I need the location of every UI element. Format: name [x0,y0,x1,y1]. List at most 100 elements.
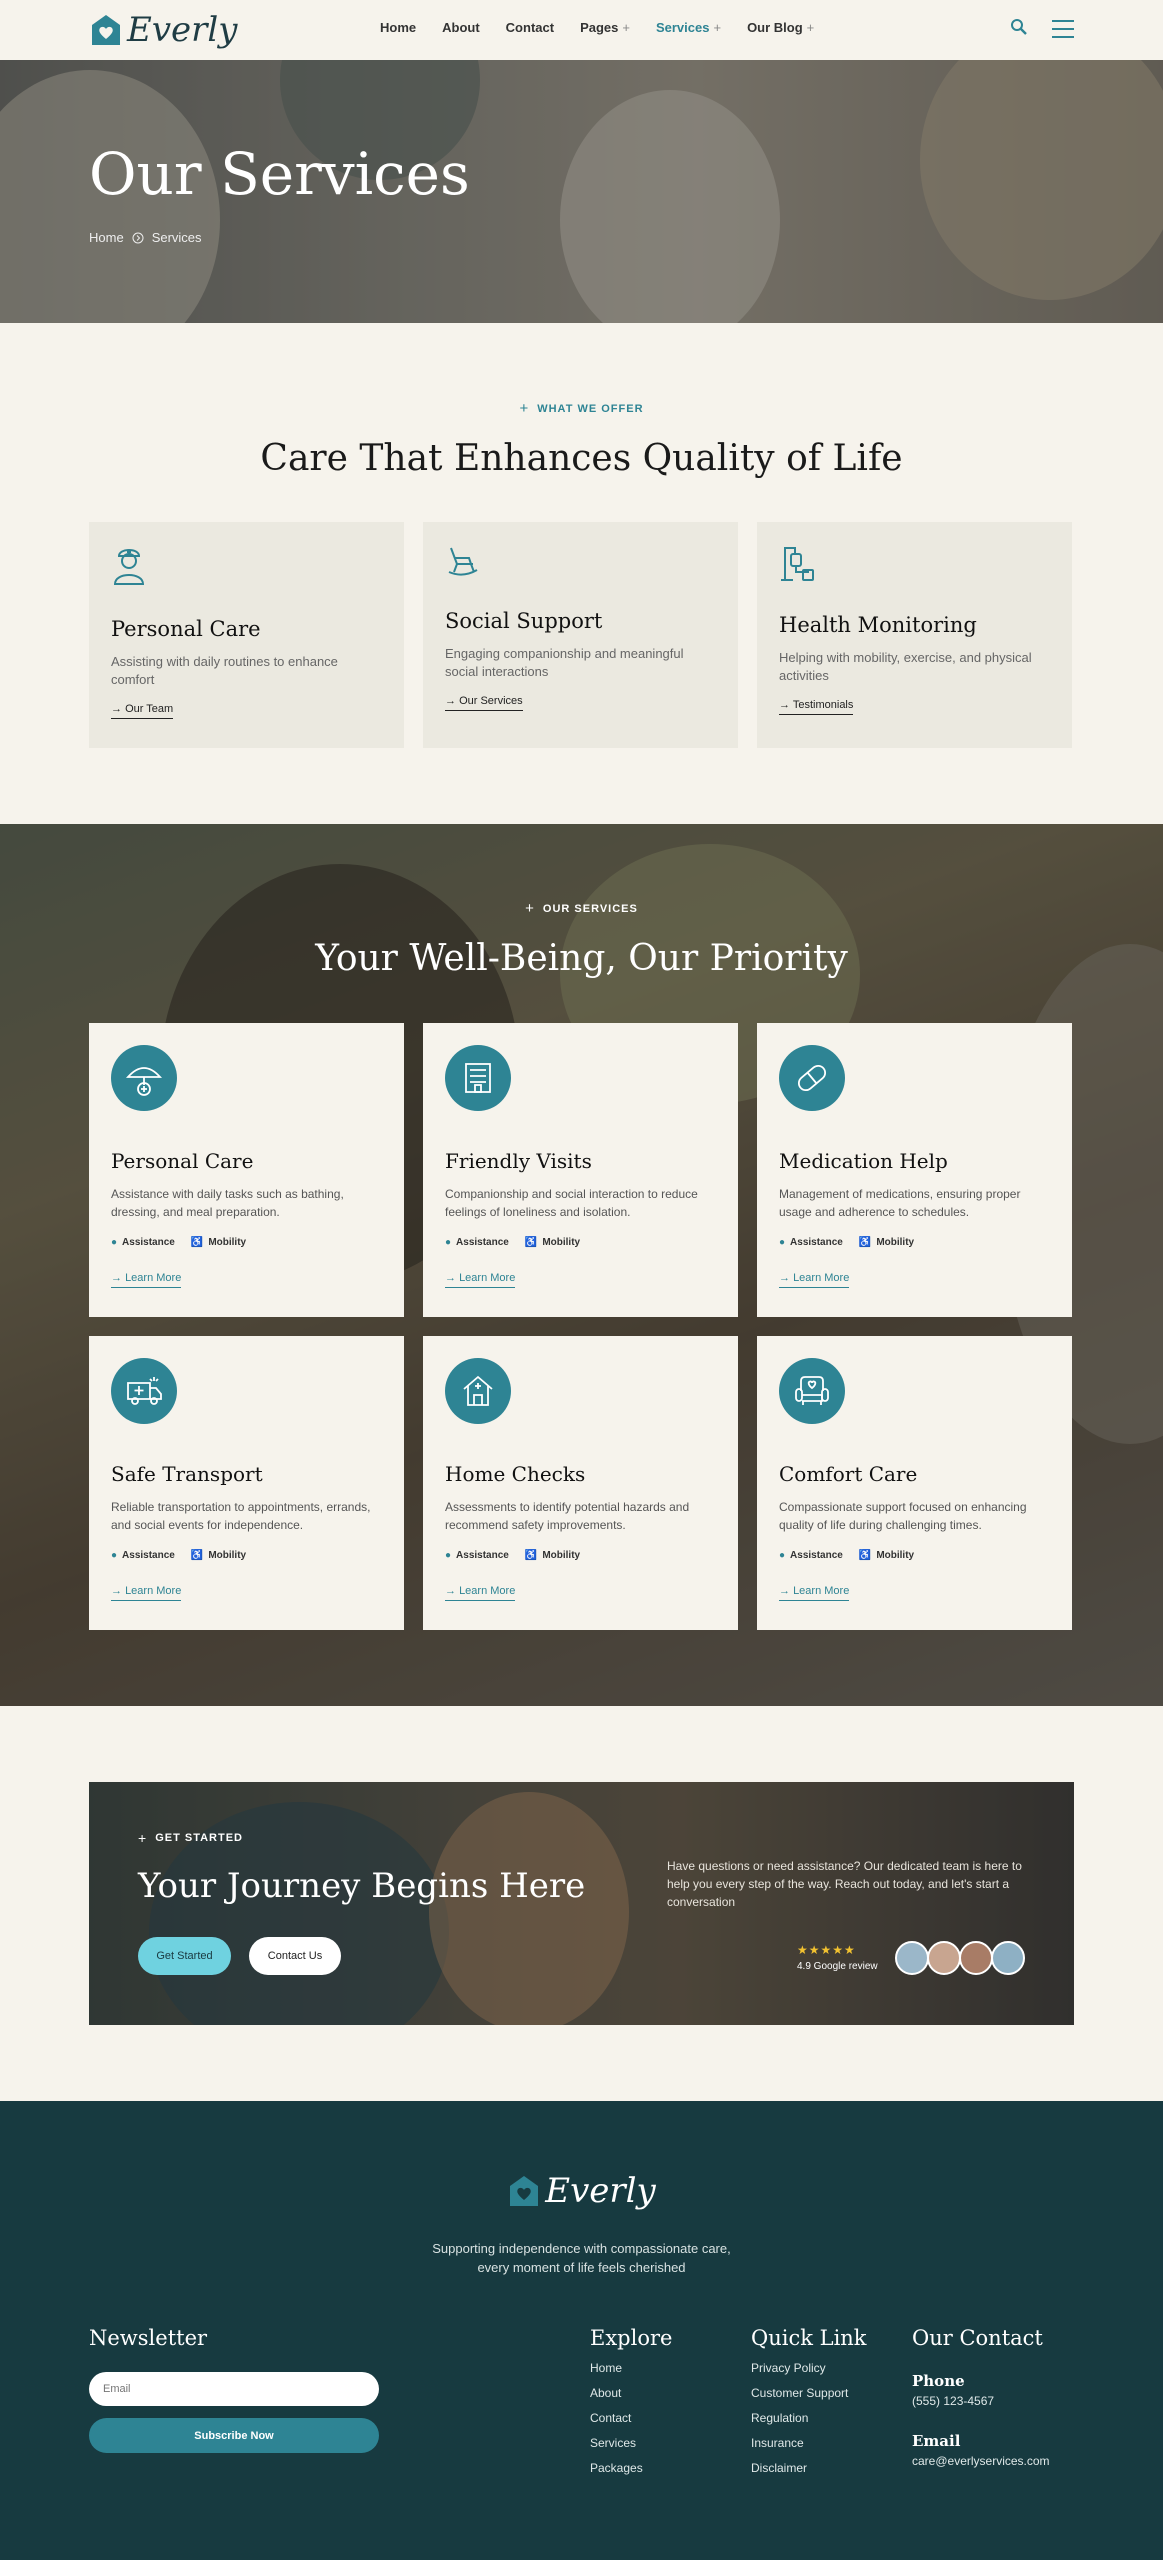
email-input[interactable] [89,2372,379,2406]
card-text: Helping with mobility, exercise, and phy… [779,650,1032,683]
link-label: Learn More [125,1272,182,1284]
footer-link-support[interactable]: Customer Support [751,2386,867,2400]
person-icon: ● [445,1237,452,1248]
arrow-right-icon: → [111,703,126,715]
nurse-icon [113,549,145,585]
link-label: Learn More [793,1585,850,1597]
get-started-button[interactable]: Get Started [138,1937,231,1975]
rocking-chair-icon [448,547,478,576]
subscribe-button[interactable]: Subscribe Now [89,2418,379,2453]
explore-links: Explore Home About Contact Services Pack… [590,2326,672,2475]
tag-label: Mobility [542,1550,581,1561]
card-text: Assisting with daily routines to enhance… [111,654,338,687]
footer-link-contact[interactable]: Contact [590,2411,672,2425]
offer-card-social-support: Social Support Engaging companionship an… [423,522,738,748]
footer-link-disclaimer[interactable]: Disclaimer [751,2461,867,2475]
house-heart-icon [510,2176,539,2206]
card-title: Health Monitoring [779,613,977,637]
phone-number[interactable]: (555) 123-4567 [912,2394,1050,2408]
contact-block: Our Contact Phone (555) 123-4567 Email c… [912,2326,1050,2468]
tag-label: Assistance [790,1550,843,1561]
learn-more-link[interactable]: → Learn More [779,1272,850,1288]
footer-link-about[interactable]: About [590,2386,672,2400]
link-label: Learn More [459,1272,516,1284]
nav-contact[interactable]: Contact [506,20,554,35]
footer-link-insurance[interactable]: Insurance [751,2436,867,2450]
learn-more-link[interactable]: → Learn More [111,1272,182,1288]
armchair-icon [795,1376,829,1405]
wheelchair-icon: ♿ [524,1550,538,1561]
main-nav: Home About Contact Pages + Services + Our … [380,20,814,35]
footer-link-privacy[interactable]: Privacy Policy [751,2361,867,2375]
footer-tagline: Supporting independence with compassiona… [0,2239,1163,2277]
services-eyebrow: + OUR SERVICES [0,900,1163,917]
icon-circle [111,1358,177,1424]
our-team-link[interactable]: → Our Team [111,703,174,719]
icon-circle [779,1045,845,1111]
offer-eyebrow: + WHAT WE OFFER [0,400,1163,417]
wheelchair-icon: ♿ [858,1550,872,1561]
learn-more-link[interactable]: → Learn More [779,1585,850,1601]
footer-logo[interactable]: Everly [0,2171,1163,2211]
reviewer-avatars [895,1941,1025,1975]
contact-us-button[interactable]: Contact Us [249,1937,341,1975]
footer-link-home[interactable]: Home [590,2361,672,2375]
services-title: Your Well-Being, Our Priority [315,938,848,979]
iv-drip-icon [781,547,814,581]
logo[interactable]: Everly [89,10,237,50]
tagline-line: Supporting independence with compassiona… [432,2241,731,2256]
learn-more-link[interactable]: → Learn More [445,1585,516,1601]
site-header: Everly Home About Contact Pages + Service… [0,0,1163,60]
tag-label: Assistance [456,1237,509,1248]
person-icon: ● [445,1550,452,1561]
card-text: Assessments to identify potential hazard… [445,1500,690,1532]
card-title: Comfort Care [779,1462,918,1486]
breadcrumb-home[interactable]: Home [89,230,124,245]
tag-mobility: ♿ Mobility [191,1550,246,1561]
tag-label: Assistance [122,1237,175,1248]
nav-our-blog[interactable]: Our Blog + [747,20,814,35]
tag-mobility: ♿ Mobility [525,1237,580,1248]
hamburger-icon[interactable] [1052,20,1074,44]
footer-link-services[interactable]: Services [590,2436,672,2450]
card-title: Personal Care [111,617,261,641]
nav-pages[interactable]: Pages + [580,20,630,35]
learn-more-link[interactable]: → Learn More [111,1585,182,1601]
nav-services[interactable]: Services + [656,20,721,35]
nav-about[interactable]: About [442,20,480,35]
footer-link-packages[interactable]: Packages [590,2461,672,2475]
card-title: Medication Help [779,1149,948,1173]
logo-text: Everly [545,2171,656,2211]
testimonials-link[interactable]: → Testimonials [779,699,854,715]
tag-assistance: ● Assistance [111,1237,175,1248]
avatar [927,1941,961,1975]
site-footer: Everly Supporting independence with comp… [0,2101,1163,2560]
card-title: Social Support [445,609,603,633]
link-label: Testimonials [792,699,854,711]
pill-icon [797,1064,827,1092]
search-icon[interactable] [1010,18,1028,36]
footer-link-regulation[interactable]: Regulation [751,2411,867,2425]
card-text: Compassionate support focused on enhanci… [779,1500,1027,1532]
nav-home[interactable]: Home [380,20,416,35]
tag-label: Mobility [542,1237,581,1248]
eyebrow-text: WHAT WE OFFER [537,402,644,415]
learn-more-link[interactable]: → Learn More [445,1272,516,1288]
arrow-right-icon: → [445,695,460,707]
nav-label: Contact [505,20,555,35]
cta-eyebrow: + GET STARTED [138,1831,243,1845]
arrow-right-icon: → [779,1272,794,1284]
person-icon: ● [779,1237,786,1248]
tag-label: Assistance [456,1550,509,1561]
our-services-link[interactable]: → Our Services [445,695,523,711]
tag-label: Mobility [208,1550,247,1561]
newsletter-block: Newsletter Subscribe Now [89,2326,379,2453]
tag-label: Mobility [876,1237,915,1248]
ambulance-icon [127,1377,162,1405]
icon-circle [111,1045,177,1111]
email-address[interactable]: care@everlyservices.com [912,2454,1050,2468]
tag-list: ● Assistance ♿ Mobility [111,1237,382,1248]
avatar [959,1941,993,1975]
review-text: 4.9 Google review [797,1961,878,1972]
card-text: Companionship and social interaction to … [445,1187,698,1219]
